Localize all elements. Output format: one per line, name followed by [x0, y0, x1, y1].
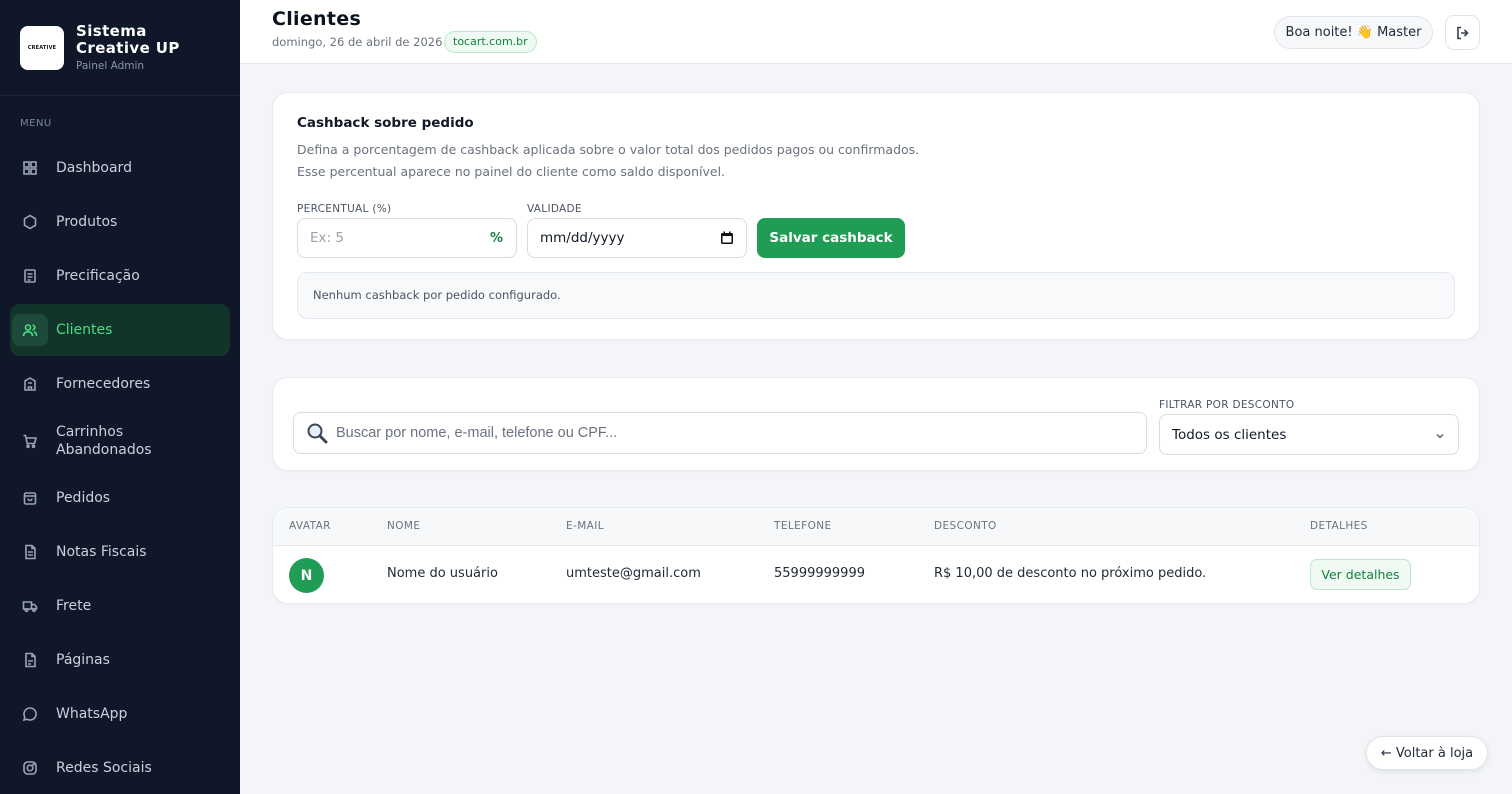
percent-placeholder: Ex: 5: [310, 230, 344, 246]
grid-icon: [12, 152, 48, 184]
sidebar-item-fornecedores[interactable]: Fornecedores: [10, 358, 230, 410]
cart-icon: [12, 425, 48, 457]
sidebar-item-pedidos[interactable]: Pedidos: [10, 472, 230, 524]
sidebar-item-label: Fornecedores: [56, 376, 151, 392]
chat-icon: [12, 698, 48, 730]
filters-card: Buscar por nome, e-mail, telefone ou CPF…: [272, 377, 1480, 471]
sidebar: CREATIVE Sistema Creative UP Painel Admi…: [0, 0, 240, 794]
search-placeholder: Buscar por nome, e-mail, telefone ou CPF…: [336, 425, 618, 441]
sidebar-item-label: Frete: [56, 598, 92, 614]
sidebar-item-label: Dashboard: [56, 160, 132, 176]
cashback-description: Defina a porcentagem de cashback aplicad…: [297, 139, 919, 183]
greeting-pill[interactable]: Boa noite! 👋 Master: [1274, 16, 1433, 49]
logout-icon: [1455, 25, 1471, 41]
percent-label: PERCENTUAL (%): [297, 203, 392, 215]
header-date: domingo, 26 de abril de 2026: [272, 35, 443, 49]
avatar: N: [289, 558, 324, 593]
menu-label: MENU: [20, 118, 52, 129]
calendar-icon[interactable]: [720, 231, 734, 245]
validity-value: mm/dd/yyyy: [540, 230, 625, 246]
clients-table: AVATAR NOME E-MAIL TELEFONE DESCONTO DET…: [272, 507, 1480, 604]
receipt-icon: [12, 536, 48, 568]
column-header-nome: NOME: [387, 520, 421, 532]
brand-text: Sistema Creative UP Painel Admin: [76, 22, 180, 73]
sidebar-item-frete[interactable]: Frete: [10, 580, 230, 632]
page-title: Clientes: [272, 8, 362, 30]
bag-icon: [12, 482, 48, 514]
sidebar-item-label: Notas Fiscais: [56, 544, 147, 560]
client-name: Nome do usuário: [387, 566, 498, 581]
table-header: AVATAR NOME E-MAIL TELEFONE DESCONTO DET…: [273, 508, 1479, 546]
cashback-desc-line1: Defina a porcentagem de cashback aplicad…: [297, 142, 920, 157]
validity-date-input[interactable]: mm/dd/yyyy: [527, 218, 747, 258]
sidebar-nav: Dashboard Produtos Precificação Clientes…: [0, 142, 240, 794]
sidebar-item-carrinhos-abandonados[interactable]: Carrinhos Abandonados: [10, 412, 230, 470]
sidebar-item-label: Produtos: [56, 214, 118, 230]
discount-filter-select[interactable]: Todos os clientes: [1159, 414, 1459, 455]
chevron-down-icon: [1436, 433, 1444, 439]
sidebar-item-notas-fiscais[interactable]: Notas Fiscais: [10, 526, 230, 578]
sidebar-item-dashboard[interactable]: Dashboard: [10, 142, 230, 194]
truck-icon: [12, 590, 48, 622]
domain-badge[interactable]: tocart.com.br: [444, 31, 537, 53]
validity-label: VALIDADE: [527, 203, 582, 215]
building-icon: [12, 368, 48, 400]
top-header: Clientes domingo, 26 de abril de 2026 to…: [240, 0, 1512, 64]
brand-title-line2: Creative UP: [76, 39, 180, 57]
save-cashback-button[interactable]: Salvar cashback: [757, 218, 905, 258]
column-header-detalhes: DETALHES: [1310, 520, 1368, 532]
percent-suffix: %: [489, 230, 503, 246]
sidebar-item-clientes[interactable]: Clientes: [10, 304, 230, 356]
discount-filter-label: FILTRAR POR DESCONTO: [1159, 399, 1295, 411]
brand-title-line1: Sistema: [76, 22, 147, 40]
hexagon-icon: [12, 206, 48, 238]
client-email: umteste@gmail.com: [566, 566, 701, 581]
percent-input[interactable]: Ex: 5 %: [297, 218, 517, 258]
client-discount: R$ 10,00 de desconto no próximo pedido.: [934, 566, 1207, 581]
client-phone: 55999999999: [774, 566, 865, 581]
discount-filter-value: Todos os clientes: [1172, 426, 1287, 443]
sidebar-item-label: Redes Sociais: [56, 760, 152, 776]
column-header-telefone: TELEFONE: [774, 520, 832, 532]
brand-subtitle: Painel Admin: [76, 60, 145, 72]
sidebar-item-label: Pedidos: [56, 490, 111, 506]
sidebar-item-label: Precificação: [56, 268, 140, 284]
view-details-button[interactable]: Ver detalhes: [1310, 559, 1411, 590]
cashback-title: Cashback sobre pedido: [297, 115, 474, 131]
sidebar-item-label: WhatsApp: [56, 706, 128, 722]
column-header-email: E-MAIL: [566, 520, 605, 532]
back-to-store-button[interactable]: ← Voltar à loja: [1366, 736, 1488, 770]
sidebar-item-produtos[interactable]: Produtos: [10, 196, 230, 248]
cashback-empty-notice: Nenhum cashback por pedido configurado.: [297, 272, 1455, 319]
search-input[interactable]: Buscar por nome, e-mail, telefone ou CPF…: [293, 412, 1147, 454]
instagram-icon: [12, 752, 48, 784]
brand: CREATIVE Sistema Creative UP Painel Admi…: [0, 0, 240, 96]
column-header-avatar: AVATAR: [289, 520, 331, 532]
sidebar-item-paginas[interactable]: Páginas: [10, 634, 230, 686]
logout-button[interactable]: [1445, 15, 1480, 50]
document-icon: [12, 260, 48, 292]
column-header-desconto: DESCONTO: [934, 520, 997, 532]
users-icon: [12, 314, 48, 346]
page-icon: [12, 644, 48, 676]
sidebar-item-whatsapp[interactable]: WhatsApp: [10, 688, 230, 740]
cashback-card: Cashback sobre pedido Defina a porcentag…: [272, 92, 1480, 340]
sidebar-item-redes-sociais[interactable]: Redes Sociais: [10, 742, 230, 794]
sidebar-item-precificacao[interactable]: Precificação: [10, 250, 230, 302]
sidebar-item-label: Carrinhos Abandonados: [56, 424, 152, 458]
search-icon: [307, 423, 328, 444]
cashback-desc-line2: Esse percentual aparece no painel do cli…: [297, 164, 726, 179]
sidebar-item-label: Páginas: [56, 652, 110, 668]
brand-logo[interactable]: CREATIVE: [20, 25, 64, 70]
sidebar-item-label: Clientes: [56, 322, 113, 338]
